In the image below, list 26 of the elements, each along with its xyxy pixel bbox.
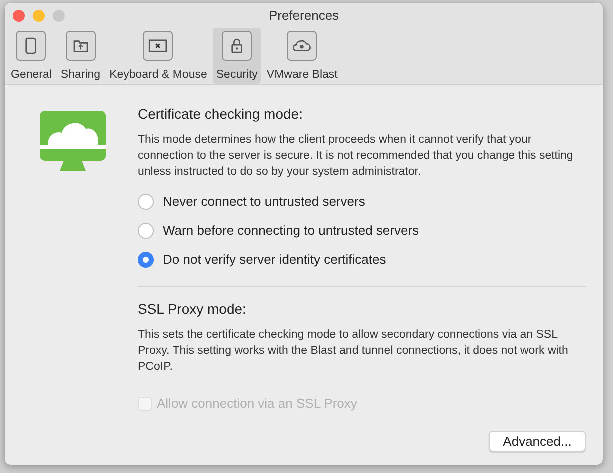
radio-button[interactable]	[138, 194, 154, 210]
advanced-button[interactable]: Advanced...	[489, 431, 586, 452]
toolbar-tab[interactable]: Security	[213, 28, 261, 84]
zoom-button[interactable]	[53, 10, 65, 22]
section-heading: SSL Proxy mode:	[138, 300, 248, 318]
radio-option[interactable]: Never connect to untrusted servers	[138, 192, 586, 212]
radio-option[interactable]: Warn before connecting to untrusted servers	[138, 221, 586, 241]
lock-icon	[222, 31, 252, 61]
keyboard-icon	[143, 31, 174, 61]
toolbar-tab[interactable]: Keyboard & Mouse	[106, 28, 210, 84]
monitor-cloud-icon	[40, 111, 106, 173]
radio-button[interactable]	[138, 252, 154, 268]
section-heading: Certificate checking mode:	[138, 105, 304, 123]
cloud-icon	[287, 31, 318, 61]
radio-button[interactable]	[138, 223, 154, 239]
minimize-button[interactable]	[33, 10, 45, 22]
phone-icon	[16, 31, 46, 61]
toolbar-tab[interactable]: Sharing	[58, 28, 104, 84]
radio-option[interactable]: Do not verify server identity certificates	[138, 250, 586, 270]
close-button[interactable]	[13, 10, 25, 22]
toolbar-tab[interactable]: VMware Blast	[264, 28, 341, 84]
section-description: This mode determines how the client proceeds when it cannot verify that your connection to the server is secure. It is not recommended that you change this setting unless instructed to do so by your system administrator.	[138, 133, 574, 180]
window-title: Preferences	[268, 6, 340, 25]
toolbar-tab[interactable]: General	[8, 28, 55, 84]
section-description: This sets the certificate checking mode to allow secondary connections via an SSL Proxy. This setting works with the Blast and tunnel connections, it does not work with PCoIP.	[138, 328, 570, 375]
folder-icon	[66, 31, 96, 61]
